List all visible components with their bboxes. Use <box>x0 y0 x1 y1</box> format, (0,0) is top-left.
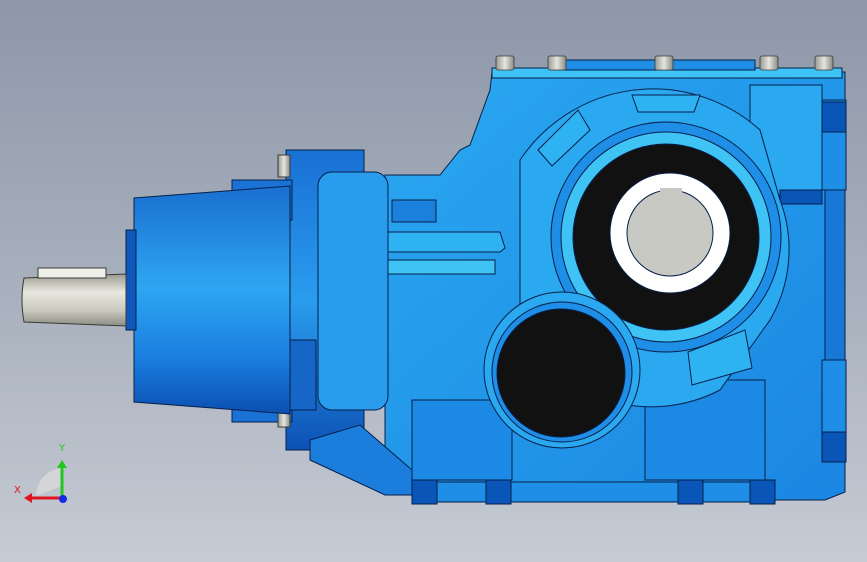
x-axis-label: X <box>14 485 21 496</box>
bolt-3 <box>654 55 674 71</box>
housing-base-strip-2 <box>510 481 679 503</box>
housing-base-strip-3 <box>702 481 751 503</box>
housing-light-strip-2 <box>385 231 506 253</box>
housing-right-tab-top <box>821 101 847 133</box>
housing-foot-1 <box>411 479 438 505</box>
y-axis-label: Y <box>59 443 66 454</box>
intermediate-bore-dark <box>496 308 626 438</box>
output-keyway <box>660 188 682 196</box>
housing-slot <box>391 199 437 223</box>
vent-slot-upper <box>631 94 701 113</box>
y-axis-arrow-head <box>57 460 67 468</box>
bolt-2 <box>547 55 567 71</box>
housing-foot-3 <box>677 479 704 505</box>
housing-upper-block-step <box>779 189 823 205</box>
shaft-key <box>37 267 107 279</box>
bolt-1 <box>495 55 515 71</box>
input-cone <box>125 185 291 415</box>
flange-side-block <box>289 339 317 411</box>
intermediate-bore <box>483 291 641 449</box>
bolt-5 <box>814 55 834 71</box>
housing-right-plate-mid <box>824 189 846 361</box>
axis-triad-graphic <box>24 460 67 503</box>
cone-body <box>133 185 291 415</box>
housing-right-tab-bottom <box>821 431 847 463</box>
flange-collar <box>317 171 389 411</box>
flange-bolt-top <box>277 154 291 178</box>
output-hollow-shaft-bore <box>626 189 714 277</box>
cone-lip <box>125 229 137 331</box>
x-axis-arrow-head <box>24 493 32 503</box>
bolt-4 <box>759 55 779 71</box>
housing-light-strip-1 <box>382 259 496 275</box>
cad-viewport[interactable]: X Y <box>0 0 867 562</box>
triad-base-quadrant <box>35 468 62 496</box>
input-shaft <box>21 267 127 327</box>
housing-foot-4 <box>749 479 776 505</box>
shaft-body <box>21 273 127 327</box>
gear-reducer-model[interactable] <box>0 0 867 562</box>
z-axis-dot <box>59 495 67 503</box>
housing-base-strip <box>436 481 487 503</box>
axis-triad: X Y <box>10 438 80 510</box>
housing-foot-2 <box>485 479 512 505</box>
